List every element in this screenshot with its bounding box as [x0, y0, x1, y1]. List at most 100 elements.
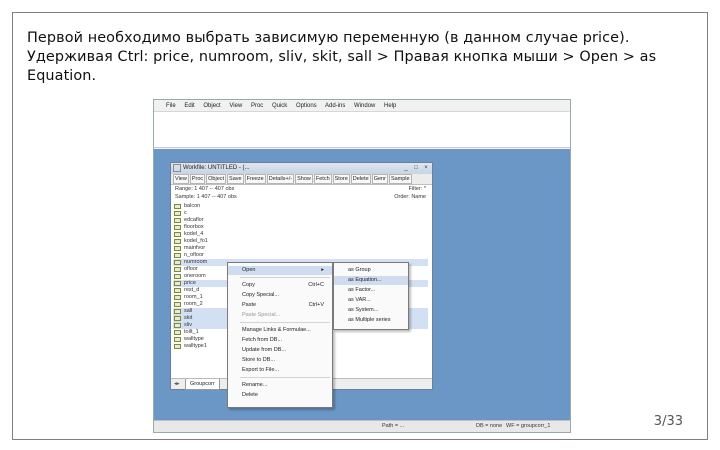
series-label: room_1 [184, 294, 203, 300]
context-menu-item[interactable]: Paste Special... [228, 311, 332, 320]
series-icon [174, 253, 181, 258]
menu-object[interactable]: Object [203, 103, 220, 109]
tool-show[interactable]: Show [295, 174, 313, 184]
series-label: numroom [184, 259, 208, 265]
series-label: mainfvor [184, 245, 206, 251]
context-menu-label: Copy [242, 282, 255, 288]
context-menu-item[interactable]: Rename... [228, 381, 332, 390]
page-number: 3/33 [653, 414, 683, 429]
menu-view[interactable]: View [229, 103, 242, 109]
series-label: walltype1 [184, 343, 207, 349]
series-item[interactable]: floorbox [173, 224, 428, 231]
menu-window[interactable]: Window [354, 103, 375, 109]
menu-shortcut: ▸ [321, 267, 324, 273]
series-icon [174, 295, 181, 300]
context-menu-item[interactable]: Store to DB... [228, 356, 332, 365]
context-menu-label: Update from DB... [242, 347, 287, 353]
series-item[interactable]: balcon [173, 203, 428, 210]
series-label: balcon [184, 203, 201, 209]
context-menu-item[interactable]: Paste Ctrl+V [228, 301, 332, 310]
tool-genr[interactable]: Genr [371, 174, 388, 184]
minimize-icon[interactable]: _ [402, 164, 410, 172]
workfile-info: Range: 1 407 -- 407 obs Sample: 1 407 --… [171, 185, 432, 202]
series-icon [174, 225, 181, 230]
series-item[interactable]: kodel_fo1 [173, 238, 428, 245]
menu-proc[interactable]: Proc [251, 103, 263, 109]
menu-file[interactable]: File [166, 103, 176, 109]
menu-separator [240, 377, 330, 378]
workfile-toolbar: View Proc Object Save Freeze Details+/- Show Fe… [171, 174, 432, 185]
series-icon [174, 274, 181, 279]
command-area[interactable] [154, 112, 570, 148]
context-menu-item[interactable]: Export to File... [228, 366, 332, 375]
context-menu-label: Manage Links & Formulae... [242, 327, 311, 333]
close-icon[interactable]: × [422, 164, 430, 172]
context-menu-item[interactable]: Update from DB... [228, 346, 332, 355]
tool-details[interactable]: Details+/- [266, 174, 295, 184]
series-icon [174, 344, 181, 349]
menubar: File Edit Object View Proc Quick Options… [154, 100, 570, 112]
submenu-item[interactable]: as Factor... [334, 286, 408, 295]
context-menu-item[interactable]: Copy Special... [228, 291, 332, 300]
tab-scroll-arrows-icon[interactable]: ◂▸ [174, 379, 180, 389]
tool-freeze[interactable]: Freeze [244, 174, 266, 184]
tool-save[interactable]: Save [227, 174, 244, 184]
series-icon [174, 239, 181, 244]
context-menu-item[interactable]: Manage Links & Formulae... [228, 326, 332, 335]
submenu-item[interactable]: as Group [334, 266, 408, 275]
tab-groupcorr[interactable]: Groupcorr [185, 379, 220, 390]
submenu-item[interactable]: as Equation... [334, 276, 408, 285]
submenu-item[interactable]: as System... [334, 306, 408, 315]
context-menu-label: Rename... [242, 382, 268, 388]
tool-view[interactable]: View [173, 174, 189, 184]
series-icon [174, 211, 181, 216]
context-menu-label: Export to File... [242, 367, 279, 373]
series-label: ofloor [184, 266, 198, 272]
slide: Первой необходимо выбрать зависимую пере… [12, 12, 708, 440]
series-label: kodel_4 [184, 231, 204, 237]
series-item[interactable]: kodel_4 [173, 231, 428, 238]
menu-addins[interactable]: Add-ins [325, 103, 345, 109]
menu-edit[interactable]: Edit [184, 103, 194, 109]
series-label: n_ofloor [184, 252, 204, 258]
tool-fetch[interactable]: Fetch [313, 174, 332, 184]
tool-store[interactable]: Store [332, 174, 350, 184]
menu-shortcut: Ctrl+V [308, 302, 324, 308]
series-item[interactable]: edcaflor [173, 217, 428, 224]
filter-text: Filter: * [408, 186, 426, 192]
series-icon [174, 281, 181, 286]
series-label: rest_d [184, 287, 200, 293]
workfile-titlebar[interactable]: Workfile: UNTITLED - (... _ □ × [171, 163, 432, 174]
series-icon [174, 323, 181, 328]
context-menu-item[interactable]: Copy Ctrl+C [228, 281, 332, 290]
tool-proc[interactable]: Proc [189, 174, 206, 184]
status-wf: WF = groupcorr_1 [506, 423, 551, 429]
tool-sample[interactable]: Sample [388, 174, 412, 184]
series-item[interactable]: mainfvor [173, 245, 428, 252]
series-item[interactable]: c [173, 210, 428, 217]
context-menu-label: Fetch from DB... [242, 337, 283, 343]
series-label: edcaflor [184, 217, 204, 223]
series-icon [174, 316, 181, 321]
tool-delete[interactable]: Delete [350, 174, 371, 184]
window-menu-icon[interactable] [173, 164, 181, 172]
context-menu-item[interactable]: Fetch from DB... [228, 336, 332, 345]
context-menu-item[interactable]: Delete [228, 391, 332, 400]
menu-quick[interactable]: Quick [272, 103, 287, 109]
series-icon [174, 309, 181, 314]
context-menu-item[interactable]: Open ▸ [228, 266, 332, 275]
submenu-item[interactable]: as VAR... [334, 296, 408, 305]
series-icon [174, 260, 181, 265]
menu-help[interactable]: Help [384, 103, 396, 109]
series-item[interactable]: n_ofloor [173, 252, 428, 259]
menu-options[interactable]: Options [296, 103, 317, 109]
status-db: DB = none [476, 423, 503, 429]
series-icon [174, 232, 181, 237]
maximize-icon[interactable]: □ [412, 164, 420, 172]
tool-object[interactable]: Object [206, 174, 227, 184]
series-label: walltype [184, 336, 204, 342]
submenu-item[interactable]: as Multiple series [334, 316, 408, 325]
series-icon [174, 204, 181, 209]
menu-shortcut: Ctrl+C [308, 282, 324, 288]
series-icon [174, 330, 181, 335]
